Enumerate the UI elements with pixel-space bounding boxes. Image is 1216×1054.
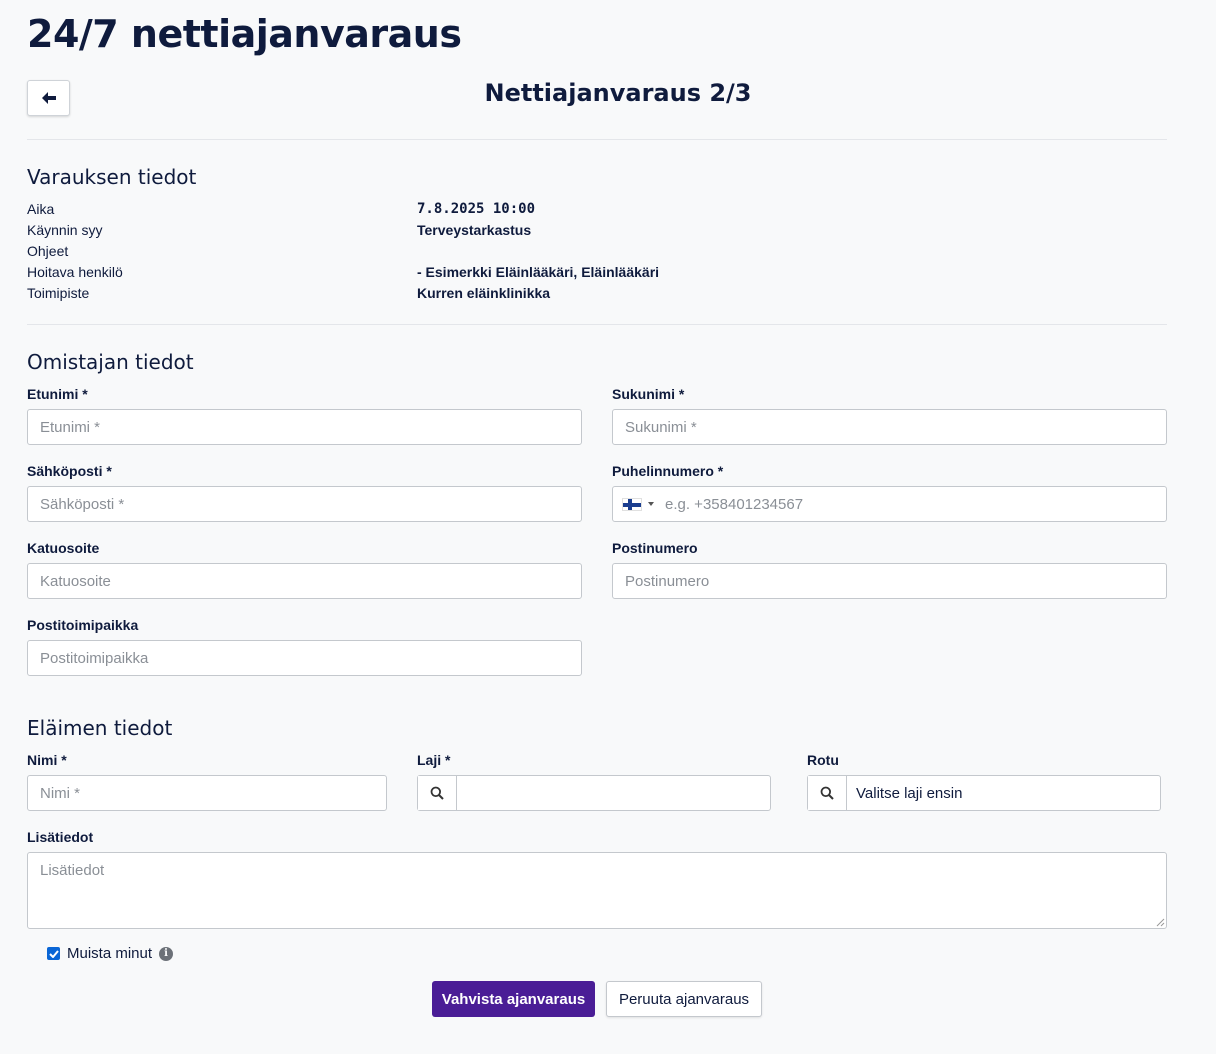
breed-label: Rotu xyxy=(807,752,839,768)
species-label: Laji * xyxy=(417,752,451,768)
email-input[interactable] xyxy=(27,486,582,522)
species-select[interactable] xyxy=(417,775,771,811)
search-icon xyxy=(808,776,847,810)
first-name-input[interactable] xyxy=(27,409,582,445)
city-label: Postitoimipaikka xyxy=(27,617,139,633)
remember-me-checkbox[interactable] xyxy=(47,947,60,960)
divider xyxy=(27,139,1167,140)
phone-input[interactable] xyxy=(665,487,1166,521)
country-select[interactable] xyxy=(613,487,665,521)
postal-code-input[interactable] xyxy=(612,563,1167,599)
owner-section-title: Omistajan tiedot xyxy=(27,350,194,374)
cancel-booking-button[interactable]: Peruuta ajanvaraus xyxy=(606,981,762,1017)
city-input[interactable] xyxy=(27,640,582,676)
confirm-booking-button[interactable]: Vahvista ajanvaraus xyxy=(432,981,595,1017)
animal-name-input[interactable] xyxy=(27,775,387,811)
caret-down-icon xyxy=(648,502,654,506)
booking-section-title: Varauksen tiedot xyxy=(27,165,197,189)
street-label: Katuosoite xyxy=(27,540,100,556)
breed-value[interactable]: Valitse laji ensin xyxy=(847,776,1160,810)
postal-code-label: Postinumero xyxy=(612,540,698,556)
animal-name-label: Nimi * xyxy=(27,752,67,768)
street-input[interactable] xyxy=(27,563,582,599)
page-title: 24/7 nettiajanvaraus xyxy=(27,12,462,56)
remember-me: Muista minut i xyxy=(47,945,174,962)
booking-time-value: 7.8.2025 10:00 xyxy=(417,201,536,217)
finland-flag-icon xyxy=(622,497,642,511)
phone-label: Puhelinnumero * xyxy=(612,463,724,479)
visit-reason-label: Käynnin syy xyxy=(27,222,103,238)
instructions-label: Ohjeet xyxy=(27,243,69,259)
search-icon xyxy=(418,776,457,810)
first-name-label: Etunimi * xyxy=(27,386,88,402)
visit-reason-value: Terveystarkastus xyxy=(417,222,532,238)
resize-grip-icon[interactable] xyxy=(1156,918,1165,927)
info-icon[interactable]: i xyxy=(159,946,174,961)
phone-field xyxy=(612,486,1167,522)
animal-section-title: Eläimen tiedot xyxy=(27,716,173,740)
staff-label: Hoitava henkilö xyxy=(27,264,123,280)
last-name-input[interactable] xyxy=(612,409,1167,445)
remember-me-label: Muista minut xyxy=(67,945,153,962)
location-value: Kurren eläinklinikka xyxy=(417,285,551,301)
step-title: Nettiajanvaraus 2/3 xyxy=(484,79,752,107)
booking-time-label: Aika xyxy=(27,201,55,217)
last-name-label: Sukunimi * xyxy=(612,386,685,402)
staff-value: - Esimerkki Eläinlääkäri, Eläinlääkäri xyxy=(417,264,660,280)
notes-label: Lisätiedot xyxy=(27,829,94,845)
email-label: Sähköposti * xyxy=(27,463,112,479)
location-label: Toimipiste xyxy=(27,285,90,301)
notes-textarea[interactable] xyxy=(27,852,1167,929)
species-value[interactable] xyxy=(457,776,770,810)
breed-select[interactable]: Valitse laji ensin xyxy=(807,775,1161,811)
divider xyxy=(27,324,1167,325)
